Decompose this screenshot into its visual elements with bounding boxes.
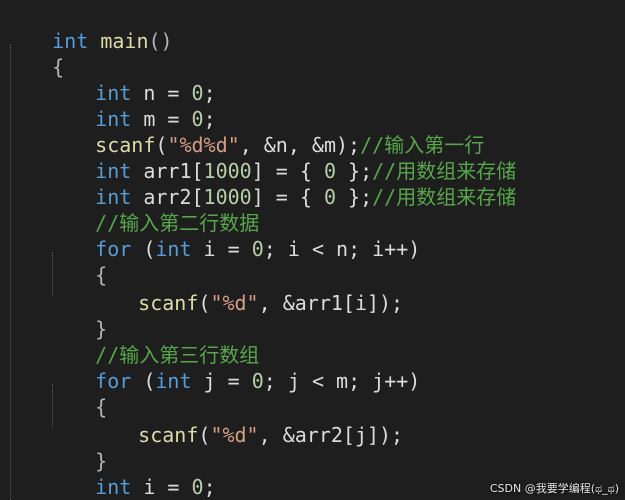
code-line-10: { bbox=[47, 236, 107, 287]
keyword: int bbox=[155, 369, 192, 393]
code-text: ( bbox=[131, 369, 156, 393]
code-text: , &arr2[j]); bbox=[258, 423, 404, 447]
comment: //用数组来存储 bbox=[372, 185, 517, 209]
watermark: CSDN @我要学编程(ಥ_ಥ) bbox=[489, 482, 619, 495]
code-text: ( bbox=[198, 423, 211, 447]
string-literal: "%d" bbox=[210, 423, 259, 447]
indent-guide-outer bbox=[10, 44, 11, 500]
code-line-9: for (int i = 0; i < n; i++) bbox=[47, 210, 420, 261]
code-editor[interactable]: int main() { int n = 0; int m = 0; scanf… bbox=[0, 0, 625, 500]
code-line-17: } bbox=[47, 422, 107, 473]
code-line-5: scanf("%d%d", &n, &m);//输入第一行 bbox=[47, 106, 484, 157]
code-line-16: scanf("%d", &arr2[j]); bbox=[90, 396, 403, 447]
code-text: ( bbox=[198, 291, 211, 315]
code-text: ] = { bbox=[251, 185, 324, 209]
code-text: j = bbox=[191, 369, 252, 393]
number-literal: 0 bbox=[323, 185, 337, 209]
code-line-14: for (int j = 0; j < m; j++) bbox=[47, 342, 420, 393]
code-line-1: int main() bbox=[4, 2, 172, 53]
code-line-18: int i = 0; bbox=[47, 448, 215, 499]
function-name: main bbox=[100, 29, 149, 53]
function-name: scanf bbox=[138, 291, 199, 315]
code-line-8: //输入第二行数据 bbox=[47, 184, 259, 235]
code-line-4: int m = 0; bbox=[47, 80, 215, 131]
code-text: ; i < n; i++) bbox=[263, 237, 421, 261]
code-text: ( bbox=[131, 237, 156, 261]
code-line-15: { bbox=[47, 368, 107, 419]
number-literal: 0 bbox=[251, 369, 264, 393]
code-line-11: scanf("%d", &arr1[i]); bbox=[90, 264, 403, 315]
code-text: ; j < m; j++) bbox=[263, 369, 421, 393]
code-line-13: //输入第三行数组 bbox=[47, 316, 259, 367]
code-text: i = bbox=[191, 237, 252, 261]
code-text: }; bbox=[336, 185, 373, 209]
keyword: int bbox=[155, 237, 192, 261]
code-line-6: int arr1[1000] = { 0 };//用数组来存储 bbox=[47, 132, 516, 183]
code-line-19: int j = 0; bbox=[47, 474, 216, 500]
function-name: scanf bbox=[138, 423, 199, 447]
number-literal: 0 bbox=[251, 237, 264, 261]
code-line-12: } bbox=[47, 290, 107, 341]
code-line-2: { bbox=[4, 28, 64, 79]
code-line-7: int arr2[1000] = { 0 };//用数组来存储 bbox=[47, 158, 516, 209]
punctuation: () bbox=[148, 29, 173, 53]
code-line-3: int n = 0; bbox=[47, 54, 215, 105]
code-text: , &arr1[i]); bbox=[258, 291, 404, 315]
string-literal: "%d" bbox=[210, 291, 259, 315]
